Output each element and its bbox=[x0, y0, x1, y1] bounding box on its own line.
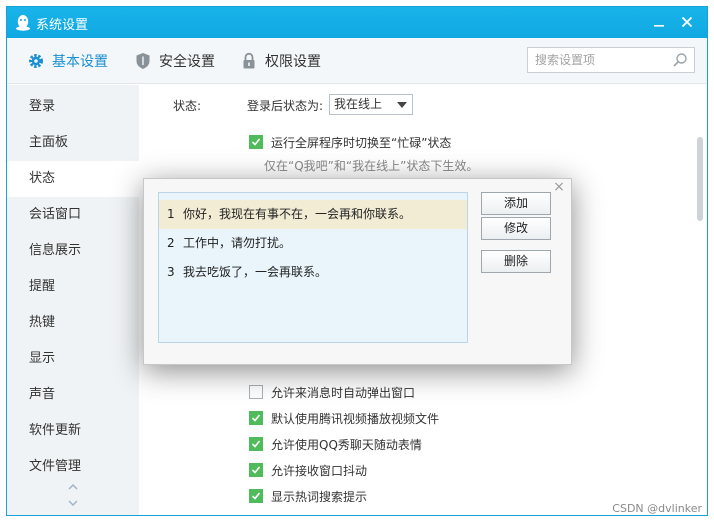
settings-search-box bbox=[527, 47, 695, 73]
sidebar-scroll-arrows[interactable] bbox=[65, 481, 81, 511]
reply-text: 我去吃饭了，一会再联系。 bbox=[183, 265, 328, 279]
option-label: 允许接收窗口抖动 bbox=[271, 463, 368, 478]
fullscreen-busy-option[interactable]: 运行全屏程序时切换至“忙碌”状态 bbox=[249, 133, 451, 151]
reply-text: 工作中，请勿打扰。 bbox=[183, 236, 292, 250]
checkbox-checked[interactable] bbox=[249, 135, 263, 149]
checkbox-checked[interactable] bbox=[249, 437, 263, 451]
sidebar-item-login[interactable]: 登录 bbox=[7, 89, 139, 125]
status-section-label: 状态: bbox=[173, 99, 202, 113]
delete-button[interactable]: 删除 bbox=[481, 250, 551, 273]
checkbox-checked[interactable] bbox=[249, 463, 263, 477]
window-shake-option[interactable]: 允许接收窗口抖动 bbox=[249, 461, 367, 479]
sidebar-item-sound[interactable]: 声音 bbox=[7, 377, 139, 413]
option-label: 显示热词搜索提示 bbox=[271, 489, 368, 504]
sidebar-item-reminder[interactable]: 提醒 bbox=[7, 269, 139, 305]
checkbox-checked[interactable] bbox=[249, 489, 263, 503]
tab-security-settings[interactable]: 安全设置 bbox=[134, 50, 215, 72]
close-icon[interactable]: × bbox=[552, 180, 566, 194]
settings-tab-bar: 基本设置 安全设置 权限设置 bbox=[7, 38, 707, 84]
checkbox-checked[interactable] bbox=[249, 411, 263, 425]
select-value: 我在线上 bbox=[334, 97, 383, 111]
list-item[interactable]: 2 工作中，请勿打扰。 bbox=[159, 229, 467, 258]
watermark: CSDN @dvlinker bbox=[612, 502, 702, 515]
minimize-icon[interactable] bbox=[647, 11, 671, 33]
reply-text: 你好，我现在有事不在，一会再和你联系。 bbox=[183, 207, 412, 221]
sidebar-item-chat-window[interactable]: 会话窗口 bbox=[7, 197, 139, 233]
hot-search-option[interactable]: 显示热词搜索提示 bbox=[249, 487, 367, 505]
list-item[interactable]: 1 你好，我现在有事不在，一会再和你联系。 bbox=[159, 200, 467, 229]
auto-reply-list: 1 你好，我现在有事不在，一会再和你联系。 2 工作中，请勿打扰。 3 我去吃饭了，一… bbox=[158, 192, 468, 343]
after-login-label: 登录后状态为: bbox=[247, 99, 324, 113]
qq-penguin-icon bbox=[15, 14, 31, 31]
option-label: 默认使用腾讯视频播放视频文件 bbox=[271, 411, 440, 426]
checkbox-unchecked[interactable] bbox=[249, 385, 263, 399]
option-label: 运行全屏程序时切换至“忙碌”状态 bbox=[271, 135, 452, 150]
auto-reply-dialog: × 1 你好，我现在有事不在，一会再和你联系。 2 工作中，请勿打扰。 3 我去吃饭了… bbox=[143, 178, 572, 365]
reply-number: 2 bbox=[167, 236, 175, 250]
edit-button[interactable]: 修改 bbox=[481, 217, 551, 240]
reply-number: 3 bbox=[167, 265, 175, 279]
tab-permission-settings[interactable]: 权限设置 bbox=[240, 50, 321, 72]
tab-label: 基本设置 bbox=[52, 54, 108, 70]
tencent-video-option[interactable]: 默认使用腾讯视频播放视频文件 bbox=[249, 409, 439, 427]
reply-number: 1 bbox=[167, 207, 175, 221]
add-button[interactable]: 添加 bbox=[481, 192, 551, 215]
auto-popup-option[interactable]: 允许来消息时自动弹出窗口 bbox=[249, 383, 415, 401]
list-item[interactable]: 3 我去吃饭了，一会再联系。 bbox=[159, 258, 467, 287]
search-icon[interactable] bbox=[672, 52, 688, 68]
tab-label: 安全设置 bbox=[159, 54, 215, 70]
sidebar-item-status[interactable]: 状态 bbox=[7, 161, 139, 197]
tab-label: 权限设置 bbox=[265, 54, 321, 70]
sidebar-item-info-display[interactable]: 信息展示 bbox=[7, 233, 139, 269]
sidebar-item-hotkeys[interactable]: 热键 bbox=[7, 305, 139, 341]
fullscreen-note: 仅在“Q我吧”和“我在线上”状态下生效。 bbox=[264, 159, 479, 173]
chevron-down-icon bbox=[397, 102, 407, 108]
qq-show-option[interactable]: 允许使用QQ秀聊天随动表情 bbox=[249, 435, 422, 453]
lock-icon bbox=[240, 52, 258, 70]
settings-sidebar: 登录 主面板 状态 会话窗口 信息展示 提醒 热键 显示 声音 软件更新 文件管… bbox=[7, 85, 139, 515]
sidebar-item-software-update[interactable]: 软件更新 bbox=[7, 413, 139, 449]
sidebar-item-file-management[interactable]: 文件管理 bbox=[7, 449, 139, 485]
shield-icon bbox=[134, 52, 152, 70]
gear-icon bbox=[27, 52, 45, 70]
option-label: 允许使用QQ秀聊天随动表情 bbox=[271, 437, 422, 452]
sidebar-item-main-panel[interactable]: 主面板 bbox=[7, 125, 139, 161]
window-title: 系统设置 bbox=[36, 18, 89, 33]
title-bar: 系统设置 bbox=[7, 7, 707, 38]
tab-basic-settings[interactable]: 基本设置 bbox=[27, 50, 108, 72]
search-input[interactable] bbox=[528, 48, 668, 72]
close-icon[interactable] bbox=[675, 11, 699, 33]
after-login-status-select[interactable]: 我在线上 bbox=[329, 94, 413, 115]
sidebar-item-display[interactable]: 显示 bbox=[7, 341, 139, 377]
option-label: 允许来消息时自动弹出窗口 bbox=[271, 385, 416, 400]
content-scrollbar[interactable] bbox=[697, 137, 703, 221]
